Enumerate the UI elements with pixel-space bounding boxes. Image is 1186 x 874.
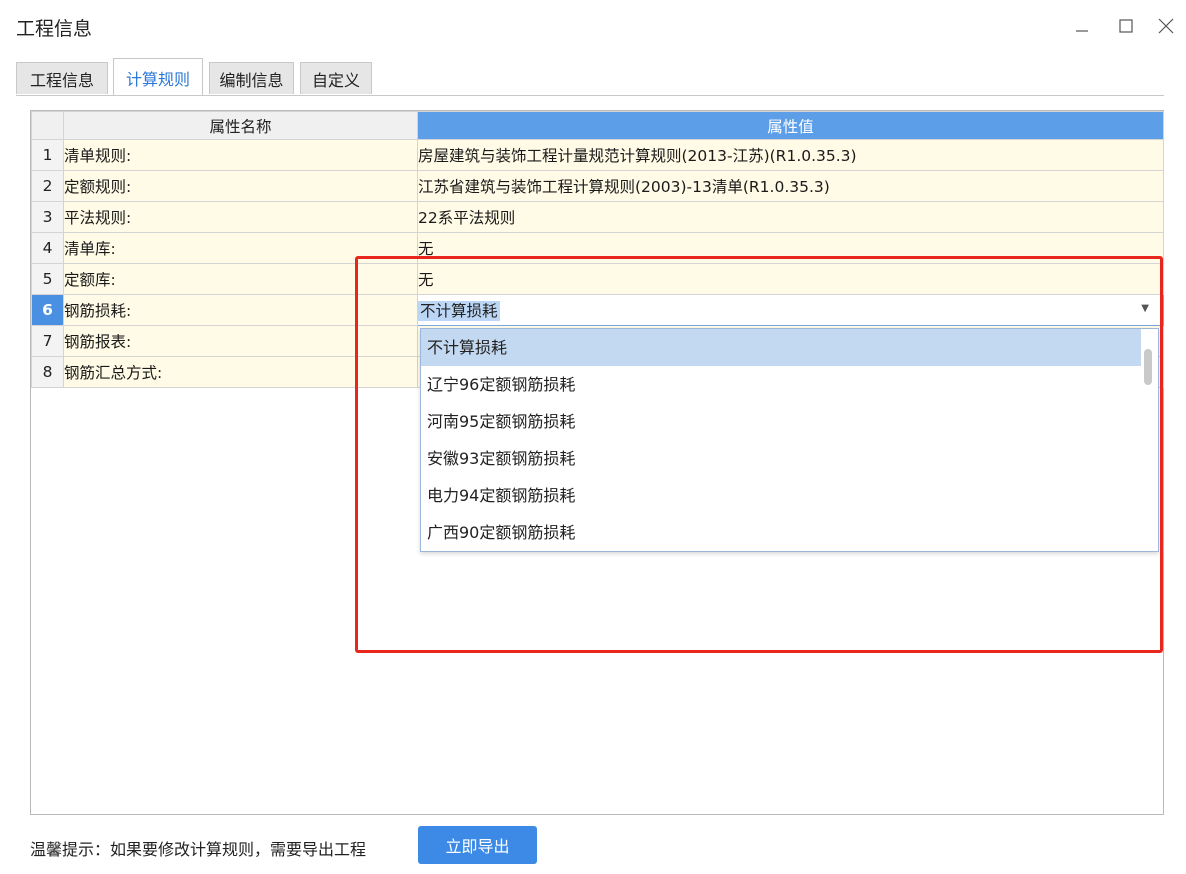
- minimize-button[interactable]: [1062, 6, 1102, 46]
- dropdown-option[interactable]: 辽宁96定额钢筋损耗: [421, 366, 1141, 403]
- dropdown-option[interactable]: 安徽93定额钢筋损耗: [421, 440, 1141, 477]
- dropdown-option[interactable]: 广西90定额钢筋损耗: [421, 514, 1141, 551]
- export-now-button[interactable]: 立即导出: [418, 826, 537, 864]
- dropdown-option[interactable]: 河南95定额钢筋损耗: [421, 403, 1141, 440]
- close-button[interactable]: [1146, 6, 1186, 46]
- row-number: 1: [31, 139, 64, 171]
- tab-calc-rules[interactable]: 计算规则: [113, 58, 203, 96]
- row-number: 3: [31, 201, 64, 233]
- row-number: 5: [31, 263, 64, 295]
- property-value[interactable]: 无: [417, 263, 1164, 295]
- hint-text: 温馨提示：如果要修改计算规则，需要导出工程: [30, 840, 367, 859]
- close-icon: [1158, 18, 1174, 34]
- maximize-button[interactable]: [1106, 6, 1146, 46]
- dropdown-scrollbar-thumb[interactable]: [1144, 349, 1152, 385]
- row-number: 6: [31, 294, 64, 326]
- property-value[interactable]: 江苏省建筑与装饰工程计算规则(2003)-13清单(R1.0.35.3): [417, 170, 1164, 202]
- row-number: 4: [31, 232, 64, 264]
- property-value[interactable]: 无: [417, 232, 1164, 264]
- row-number: 8: [31, 356, 64, 388]
- table-row-selected[interactable]: 6 钢筋损耗: 不计算损耗 ▼: [31, 294, 1164, 326]
- window-title: 工程信息: [16, 18, 93, 40]
- column-header-name[interactable]: 属性名称: [63, 111, 418, 140]
- maximize-icon: [1119, 19, 1133, 33]
- rebar-loss-combobox[interactable]: 不计算损耗 ▼: [417, 294, 1164, 326]
- table-row[interactable]: 4 清单库: 无: [31, 232, 1164, 264]
- dropdown-option[interactable]: 电力94定额钢筋损耗: [421, 477, 1141, 514]
- property-name: 清单库:: [63, 232, 418, 264]
- table-row[interactable]: 3 平法规则: 22系平法规则: [31, 201, 1164, 233]
- tab-compile-info[interactable]: 编制信息: [209, 62, 294, 94]
- tab-divider: [16, 95, 1164, 96]
- dropdown-arrow-icon[interactable]: ▼: [1141, 303, 1149, 314]
- tab-custom[interactable]: 自定义: [300, 62, 372, 94]
- property-name: 清单规则:: [63, 139, 418, 171]
- column-header-value[interactable]: 属性值: [417, 111, 1164, 140]
- property-name: 定额规则:: [63, 170, 418, 202]
- row-number: 7: [31, 325, 64, 357]
- combobox-selected-text[interactable]: 不计算损耗: [418, 301, 500, 321]
- tab-project-info[interactable]: 工程信息: [16, 62, 108, 94]
- dropdown-option[interactable]: 不计算损耗: [421, 329, 1141, 366]
- minimize-icon: [1076, 30, 1088, 32]
- property-value[interactable]: 22系平法规则: [417, 201, 1164, 233]
- table-row[interactable]: 2 定额规则: 江苏省建筑与装饰工程计算规则(2003)-13清单(R1.0.3…: [31, 170, 1164, 202]
- property-name: 钢筋汇总方式:: [63, 356, 418, 388]
- property-value[interactable]: 房屋建筑与装饰工程计量规范计算规则(2013-江苏)(R1.0.35.3): [417, 139, 1164, 171]
- table-row[interactable]: 1 清单规则: 房屋建筑与装饰工程计量规范计算规则(2013-江苏)(R1.0.…: [31, 139, 1164, 171]
- row-number: 2: [31, 170, 64, 202]
- property-name: 钢筋报表:: [63, 325, 418, 357]
- grid-corner: [31, 111, 64, 140]
- property-name: 平法规则:: [63, 201, 418, 233]
- property-name: 钢筋损耗:: [63, 294, 418, 326]
- rebar-loss-dropdown-list[interactable]: 不计算损耗 辽宁96定额钢筋损耗 河南95定额钢筋损耗 安徽93定额钢筋损耗 电…: [420, 328, 1159, 552]
- property-name: 定额库:: [63, 263, 418, 295]
- table-row[interactable]: 5 定额库: 无: [31, 263, 1164, 295]
